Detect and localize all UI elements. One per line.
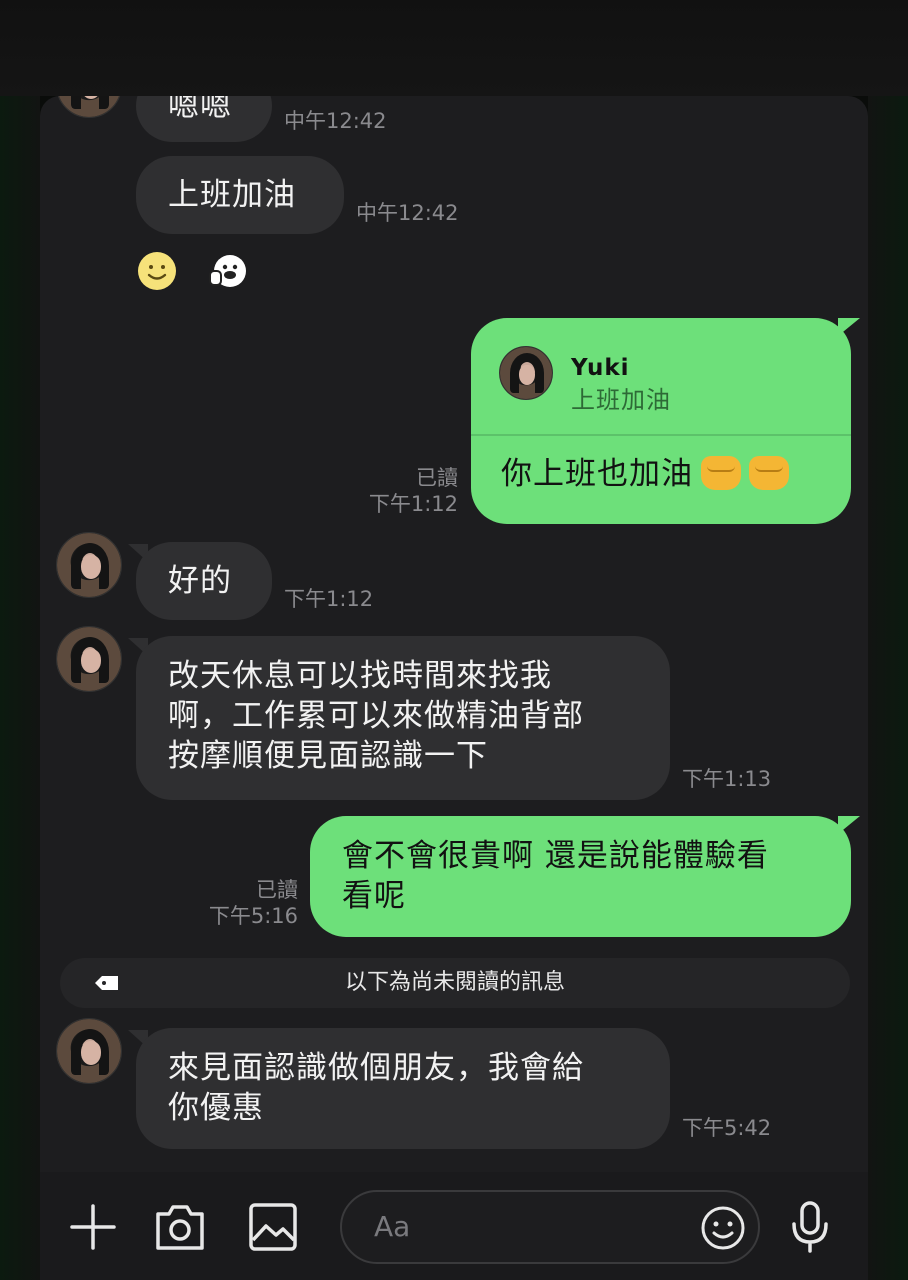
message-line: 會不會很貴啊 還是說能體驗看 (342, 838, 769, 874)
message-line: 按摩順便見面認識一下 (168, 738, 488, 774)
message-bubble[interactable]: 會不會很貴啊 還是說能體驗看 看呢 (310, 816, 851, 937)
message-line: 改天休息可以找時間來找我 (168, 658, 552, 694)
message-text: 嗯嗯 (168, 96, 232, 124)
message-time: 中午12:42 (356, 201, 459, 225)
reply-divider (471, 434, 851, 436)
message-text: 你上班也加油 (501, 456, 693, 492)
message-text: 改天休息可以找時間來找我 啊，工作累可以來做精油背部 按摩順便見面認識一下 (168, 656, 584, 776)
plus-icon[interactable] (68, 1202, 118, 1252)
message-line: 看呢 (342, 878, 406, 914)
background-left (0, 96, 40, 1280)
unread-divider-label: 以下為尚未閱讀的訊息 (344, 970, 565, 995)
read-receipt: 已讀 (256, 878, 298, 902)
read-receipt: 已讀 (416, 466, 458, 490)
message-input[interactable]: Aa (340, 1190, 760, 1264)
message-time: 下午1:12 (284, 587, 374, 611)
avatar[interactable] (56, 626, 122, 692)
quoted-avatar (499, 346, 553, 400)
message-bubble[interactable]: 來見面認識做個朋友，我會給 你優惠 (136, 1028, 670, 1149)
avatar[interactable] (56, 532, 122, 598)
message-time: 中午12:42 (284, 109, 387, 133)
avatar[interactable] (56, 96, 122, 118)
input-toolbar: Aa (40, 1172, 868, 1280)
message-text: 好的 (168, 563, 232, 599)
message-bubble[interactable]: 改天休息可以找時間來找我 啊，工作累可以來做精油背部 按摩順便見面認識一下 (136, 636, 670, 800)
message-time: 下午1:12 (368, 492, 458, 516)
message-line: 啊，工作累可以來做精油背部 (168, 698, 584, 734)
quoted-text: 上班加油 (571, 386, 671, 414)
camera-icon[interactable] (154, 1202, 206, 1252)
emoji-icon[interactable] (700, 1205, 746, 1251)
reply-message-bubble[interactable]: Yuki 上班加油 你上班也加油 (471, 318, 851, 524)
message-bubble[interactable]: 好的 (136, 542, 272, 620)
image-icon[interactable] (248, 1202, 298, 1252)
message-time: 下午5:42 (682, 1116, 772, 1140)
background-right (868, 96, 908, 1280)
bubble-tail (838, 816, 860, 834)
message-bubble[interactable]: 嗯嗯 (136, 96, 272, 142)
message-time: 下午1:13 (682, 767, 772, 791)
message-line: 你優惠 (168, 1090, 264, 1126)
fist-emoji-icon (749, 456, 789, 490)
smile-emoji-icon[interactable] (137, 251, 177, 291)
fist-emoji-icon (701, 456, 741, 490)
message-text: 會不會很貴啊 還是說能體驗看 看呢 (342, 836, 769, 916)
message-text-row: 你上班也加油 (501, 454, 789, 494)
bubble-tail (838, 318, 860, 336)
message-time: 下午5:16 (208, 904, 298, 928)
avatar[interactable] (56, 1018, 122, 1084)
message-text: 來見面認識做個朋友，我會給 你優惠 (168, 1048, 584, 1128)
status-area (0, 0, 908, 96)
mic-icon[interactable] (790, 1200, 830, 1254)
chat-area[interactable]: 嗯嗯 中午12:42 上班加油 中午12:42 已讀 下午1:12 Yuki 上… (40, 96, 868, 1172)
message-bubble[interactable]: 上班加油 (136, 156, 344, 234)
message-text: 上班加油 (168, 177, 296, 213)
input-placeholder: Aa (374, 1210, 411, 1243)
message-line: 來見面認識做個朋友，我會給 (168, 1050, 584, 1086)
unread-divider: 以下為尚未閱讀的訊息 (60, 958, 850, 1008)
sticker-face-icon[interactable] (207, 251, 247, 291)
